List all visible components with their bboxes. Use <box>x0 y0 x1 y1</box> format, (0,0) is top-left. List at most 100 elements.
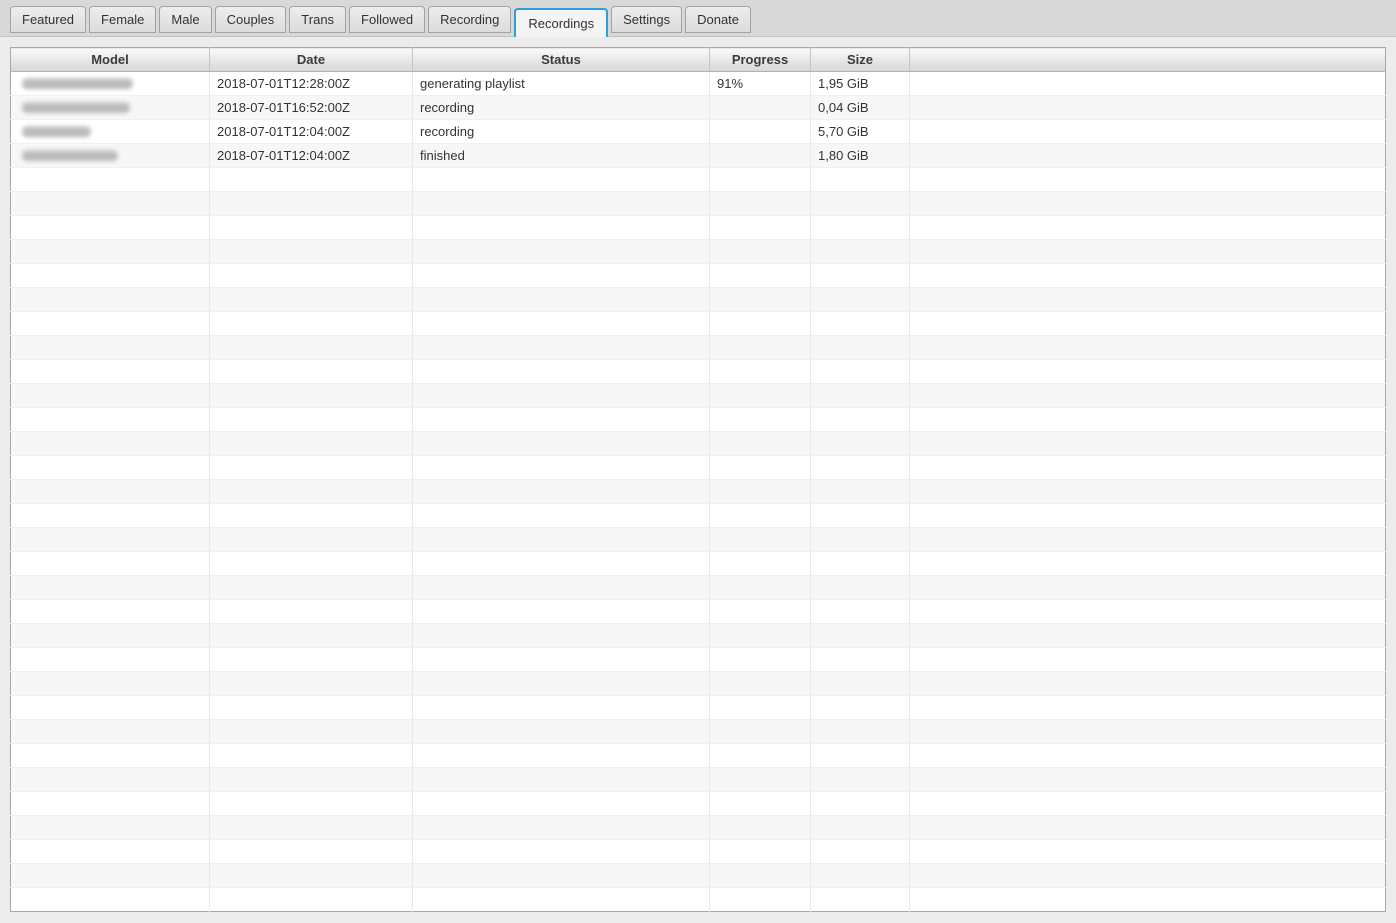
empty-cell <box>810 431 910 456</box>
spacer-cell <box>909 95 1386 120</box>
empty-cell <box>909 431 1386 456</box>
table-row[interactable]: 2018-07-01T12:28:00Z generating playlist 9… <box>10 71 1386 96</box>
tab-recordings[interactable]: Recordings <box>514 8 609 37</box>
size-cell: 0,04 GiB <box>810 95 910 120</box>
column-header-date[interactable]: Date <box>209 47 413 72</box>
redacted-model-name <box>22 102 130 113</box>
column-header-model[interactable]: Model <box>10 47 210 72</box>
empty-cell <box>709 887 811 912</box>
empty-cell <box>810 407 910 432</box>
empty-cell <box>909 503 1386 528</box>
tab-recording[interactable]: Recording <box>428 6 512 33</box>
empty-cell <box>209 863 413 888</box>
spacer-cell <box>909 71 1386 96</box>
spacer-cell <box>909 143 1386 168</box>
empty-cell <box>412 839 710 864</box>
tab-female[interactable]: Female <box>89 6 157 33</box>
empty-cell <box>709 431 811 456</box>
empty-row <box>10 431 1386 456</box>
empty-cell <box>10 503 210 528</box>
empty-row <box>10 407 1386 432</box>
empty-cell <box>10 575 210 600</box>
empty-cell <box>209 479 413 504</box>
empty-cell <box>810 767 910 792</box>
progress-cell <box>709 95 811 120</box>
date-cell: 2018-07-01T16:52:00Z <box>209 95 413 120</box>
empty-cell <box>810 287 910 312</box>
empty-cell <box>412 287 710 312</box>
tab-trans[interactable]: Trans <box>289 6 347 33</box>
tab-settings[interactable]: Settings <box>611 6 683 33</box>
empty-cell <box>709 503 811 528</box>
empty-cell <box>909 263 1386 288</box>
table-row[interactable]: 2018-07-01T16:52:00Z recording 0,04 GiB <box>10 95 1386 120</box>
empty-row <box>10 767 1386 792</box>
table-row[interactable]: 2018-07-01T12:04:00Z recording 5,70 GiB <box>10 119 1386 144</box>
empty-cell <box>709 719 811 744</box>
empty-cell <box>10 359 210 384</box>
empty-cell <box>810 839 910 864</box>
column-header-spacer[interactable] <box>909 47 1386 72</box>
recordings-table: Model Date Status Progress Size 2018-07-01T1… <box>10 47 1386 912</box>
empty-cell <box>10 599 210 624</box>
empty-cell <box>10 383 210 408</box>
empty-cell <box>909 335 1386 360</box>
empty-cell <box>709 335 811 360</box>
empty-row <box>10 839 1386 864</box>
empty-cell <box>209 623 413 648</box>
column-header-progress[interactable]: Progress <box>709 47 811 72</box>
tab-male[interactable]: Male <box>159 6 212 33</box>
empty-cell <box>709 767 811 792</box>
empty-cell <box>910 888 1386 912</box>
empty-cell <box>810 575 910 600</box>
empty-cell <box>909 383 1386 408</box>
empty-cell <box>810 167 910 192</box>
status-cell: recording <box>412 119 710 144</box>
empty-cell <box>412 431 710 456</box>
empty-cell <box>709 167 811 192</box>
empty-cell <box>412 719 710 744</box>
column-header-size[interactable]: Size <box>810 47 910 72</box>
tab-bar: Featured Female Male Couples Trans Followed Re… <box>0 0 1396 37</box>
empty-cell <box>10 239 210 264</box>
empty-cell <box>412 263 710 288</box>
empty-cell <box>709 383 811 408</box>
empty-row <box>10 527 1386 552</box>
tab-featured[interactable]: Featured <box>10 6 87 33</box>
empty-cell <box>709 191 811 216</box>
empty-cell <box>709 263 811 288</box>
empty-cell <box>810 311 910 336</box>
empty-cell <box>10 623 210 648</box>
empty-cell <box>209 239 413 264</box>
status-cell: recording <box>412 95 710 120</box>
empty-cell <box>10 431 210 456</box>
empty-cell <box>709 479 811 504</box>
empty-cell <box>412 863 710 888</box>
empty-row <box>10 599 1386 624</box>
empty-cell <box>412 359 710 384</box>
tab-donate[interactable]: Donate <box>685 6 752 33</box>
empty-cell <box>810 791 910 816</box>
empty-cell <box>412 239 710 264</box>
empty-cell <box>412 575 710 600</box>
empty-cell <box>209 887 413 912</box>
empty-cell <box>412 407 710 432</box>
empty-cell <box>709 455 811 480</box>
empty-cell <box>909 215 1386 240</box>
empty-cell <box>810 527 910 552</box>
empty-cell <box>810 191 910 216</box>
empty-cell <box>412 767 710 792</box>
column-header-status[interactable]: Status <box>412 47 710 72</box>
empty-cell <box>810 239 910 264</box>
tab-couples[interactable]: Couples <box>214 6 287 33</box>
empty-cell <box>909 311 1386 336</box>
empty-cell <box>810 215 910 240</box>
empty-cell <box>909 479 1386 504</box>
empty-cell <box>709 599 811 624</box>
empty-cell <box>412 887 710 912</box>
tab-followed[interactable]: Followed <box>349 6 426 33</box>
table-row[interactable]: 2018-07-01T12:04:00Z finished 1,80 GiB <box>10 143 1386 168</box>
empty-cell <box>412 647 710 672</box>
empty-cell <box>810 647 910 672</box>
empty-cell <box>909 695 1386 720</box>
